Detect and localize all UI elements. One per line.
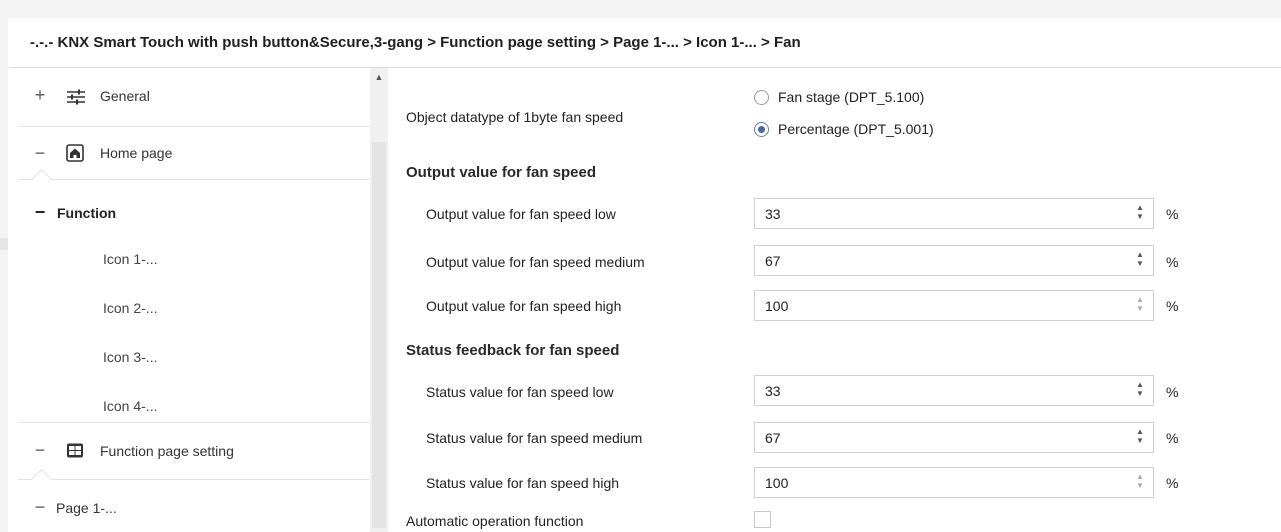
spin-arrows-icon[interactable]: ▲ ▼ [1135,295,1145,313]
radio-button[interactable] [754,90,769,105]
sidebar-item-general[interactable]: + General [18,68,370,126]
status-low-spinbox[interactable]: 33 ▲ ▼ [754,375,1154,406]
top-strip [0,0,1281,18]
sidebar-item-label: Icon 2-... [103,300,158,316]
field-value: 33 [765,206,781,222]
spin-arrows-icon[interactable]: ▲ ▼ [1135,380,1145,398]
sliders-icon [66,88,85,106]
status-high-spinbox[interactable]: 100 ▲ ▼ [754,467,1154,498]
field-value: 67 [765,430,781,446]
grid-icon [66,442,84,460]
auto-operation-label: Automatic operation function [406,513,584,529]
sidebar-item-icon-4[interactable]: Icon 4-... [18,384,370,424]
output-low-spinbox[interactable]: 33 ▲ ▼ [754,198,1154,229]
sidebar-item-label: General [100,88,150,104]
sidebar-item-label: Function page setting [100,443,234,459]
expand-icon[interactable]: + [34,85,46,106]
left-edge [0,18,8,532]
sidebar-item-label: Icon 4-... [103,398,158,414]
unit-label: % [1166,206,1179,222]
field-value: 67 [765,253,781,269]
collapse-icon[interactable]: − [34,202,46,223]
divider [18,479,370,480]
unit-label: % [1166,430,1179,446]
sidebar-item-function-page-setting[interactable]: − Function page setting [18,423,370,479]
breadcrumb: -.-.- KNX Smart Touch with push button&S… [10,18,1281,68]
output-section-title: Output value for fan speed [406,164,597,181]
divider [18,179,370,180]
status-high-label: Status value for fan speed high [426,475,620,491]
spin-arrows-icon[interactable]: ▲ ▼ [1135,250,1145,268]
output-medium-spinbox[interactable]: 67 ▲ ▼ [754,245,1154,276]
sidebar-item-label: Page 1-... [56,500,117,516]
collapse-icon[interactable]: − [34,143,46,164]
spin-arrows-icon[interactable]: ▲ ▼ [1135,427,1145,445]
sidebar-item-icon-2[interactable]: Icon 2-... [18,288,370,328]
radio-label: Fan stage (DPT_5.100) [778,89,925,105]
datatype-label: Object datatype of 1byte fan speed [406,109,624,125]
status-section-title: Status feedback for fan speed [406,342,620,359]
auto-operation-checkbox[interactable] [754,511,771,528]
output-medium-label: Output value for fan speed medium [426,254,645,270]
unit-label: % [1166,384,1179,400]
status-medium-spinbox[interactable]: 67 ▲ ▼ [754,422,1154,453]
radio-label: Percentage (DPT_5.001) [778,121,934,137]
scrollbar-thumb[interactable] [372,142,386,528]
sidebar-item-label: Icon 1-... [103,251,158,267]
sidebar-item-label: Function [57,205,117,221]
spin-arrows-icon[interactable]: ▲ ▼ [1135,472,1145,490]
spin-arrows-icon[interactable]: ▲ ▼ [1135,203,1145,221]
radio-button-selected[interactable] [754,122,769,137]
home-icon [66,144,84,162]
field-value: 100 [765,298,789,314]
sidebar: + General − Home page − Function Icon 1-… [18,68,370,532]
sidebar-item-label: Home page [100,145,173,161]
sidebar-item-function[interactable]: − Function [18,186,370,238]
collapse-icon[interactable]: − [34,497,46,518]
parameter-panel: Object datatype of 1byte fan speed Fan s… [388,68,1281,532]
scroll-up-arrow-icon[interactable]: ▲ [370,72,388,82]
sidebar-item-label: Icon 3-... [103,349,158,365]
sidebar-item-icon-3[interactable]: Icon 3-... [18,337,370,377]
sidebar-item-page-1[interactable]: − Page 1-... [18,488,370,528]
status-low-label: Status value for fan speed low [426,384,614,400]
output-low-label: Output value for fan speed low [426,206,616,222]
left-edge-mark [0,238,8,250]
collapse-icon[interactable]: − [34,440,46,461]
sidebar-scrollbar[interactable]: ▲ [370,68,388,532]
field-value: 100 [765,475,789,491]
field-value: 33 [765,383,781,399]
unit-label: % [1166,254,1179,270]
sidebar-item-icon-1[interactable]: Icon 1-... [18,238,370,278]
status-medium-label: Status value for fan speed medium [426,430,643,446]
output-high-label: Output value for fan speed high [426,298,622,314]
sidebar-item-home-page[interactable]: − Home page [18,127,370,185]
unit-label: % [1166,298,1179,314]
output-high-spinbox[interactable]: 100 ▲ ▼ [754,290,1154,321]
unit-label: % [1166,475,1179,491]
